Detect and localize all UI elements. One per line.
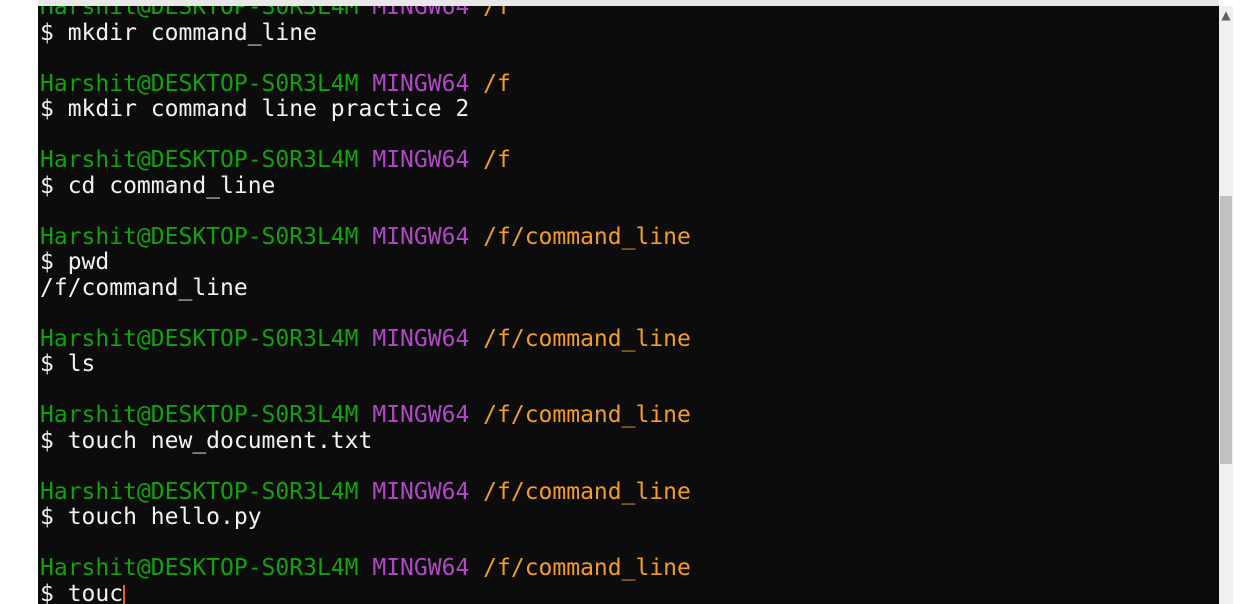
prompt-user-host: Harshit@DESKTOP-S0R3L4M — [40, 325, 359, 352]
prompt-path: /f/command_line — [483, 325, 691, 352]
prompt-user-host: Harshit@DESKTOP-S0R3L4M — [40, 6, 359, 20]
command-line: $ cd command_line — [40, 172, 691, 200]
command-line: $ pwd — [40, 249, 691, 276]
prompt-line: Harshit@DESKTOP-S0R3L4M MINGW64 /f — [40, 6, 691, 21]
prompt-user-host: Harshit@DESKTOP-S0R3L4M — [40, 402, 359, 428]
vertical-scrollbar[interactable]: ▲ — [1219, 6, 1233, 604]
prompt-user-host: Harshit@DESKTOP-S0R3L4M — [40, 147, 359, 173]
command-text: $ mkdir command line practice 2 — [40, 96, 470, 122]
command-line: $ touch hello.py — [40, 504, 691, 531]
screen: Harshit@DESKTOP-S0R3L4M MINGW64 /f $ mkdi… — [0, 0, 1256, 604]
command-line: $ mkdir command line practice 2 — [40, 96, 691, 123]
terminal-output: Harshit@DESKTOP-S0R3L4M MINGW64 /f $ mkdi… — [40, 6, 691, 604]
command-text: $ mkdir command_line — [40, 19, 317, 46]
prompt-path: /f — [483, 147, 511, 173]
prompt-system: MINGW64 — [372, 70, 470, 97]
command-text: $ touch hello.py — [40, 504, 262, 530]
prompt-user-host: Harshit@DESKTOP-S0R3L4M — [40, 555, 359, 581]
terminal-window[interactable]: Harshit@DESKTOP-S0R3L4M MINGW64 /f $ mkdi… — [38, 6, 1219, 604]
prompt-user-host: Harshit@DESKTOP-S0R3L4M — [40, 223, 359, 250]
command-text[interactable]: $ touc — [40, 581, 123, 604]
command-text: $ touch new_document.txt — [40, 427, 373, 454]
prompt-system: MINGW64 — [372, 402, 470, 428]
command-text: $ pwd — [40, 249, 110, 275]
prompt-path: /f/command_line — [483, 555, 691, 581]
prompt-system: MINGW64 — [372, 223, 470, 250]
command-text: $ ls — [40, 351, 96, 377]
prompt-system: MINGW64 — [372, 478, 470, 505]
command-line: $ mkdir command_line — [40, 19, 691, 47]
command-line: $ touch new_document.txt — [40, 427, 691, 455]
scrollbar-thumb[interactable] — [1220, 196, 1232, 464]
prompt-system: MINGW64 — [372, 147, 470, 173]
prompt-system: MINGW64 — [372, 325, 470, 352]
output-text: /f/command_line — [40, 274, 248, 301]
output-line: /f/command_line — [40, 274, 691, 302]
prompt-user-host: Harshit@DESKTOP-S0R3L4M — [40, 70, 359, 97]
text-cursor — [123, 584, 126, 604]
prompt-line: Harshit@DESKTOP-S0R3L4M MINGW64 /f/comma… — [40, 402, 691, 429]
prompt-line: Harshit@DESKTOP-S0R3L4M MINGW64 /f — [40, 147, 691, 174]
prompt-line: Harshit@DESKTOP-S0R3L4M MINGW64 /f/comma… — [40, 478, 691, 506]
prompt-path: /f/command_line — [483, 223, 691, 250]
prompt-user-host: Harshit@DESKTOP-S0R3L4M — [40, 478, 359, 505]
prompt-line: Harshit@DESKTOP-S0R3L4M MINGW64 /f/comma… — [40, 223, 691, 251]
prompt-path: /f — [483, 70, 511, 97]
prompt-line: Harshit@DESKTOP-S0R3L4M MINGW64 /f — [40, 70, 691, 98]
prompt-system: MINGW64 — [372, 6, 470, 20]
prompt-path: /f — [483, 6, 511, 20]
prompt-line: Harshit@DESKTOP-S0R3L4M MINGW64 /f/comma… — [40, 325, 691, 353]
prompt-system: MINGW64 — [372, 555, 470, 581]
prompt-path: /f/command_line — [483, 478, 691, 505]
prompt-path: /f/command_line — [483, 402, 691, 428]
command-text: $ cd command_line — [40, 172, 276, 199]
command-line: $ ls — [40, 351, 691, 378]
prompt-line: Harshit@DESKTOP-S0R3L4M MINGW64 /f/comma… — [40, 555, 691, 582]
scroll-up-arrow-icon[interactable]: ▲ — [1219, 6, 1233, 24]
input-line: $ touc — [40, 581, 691, 604]
